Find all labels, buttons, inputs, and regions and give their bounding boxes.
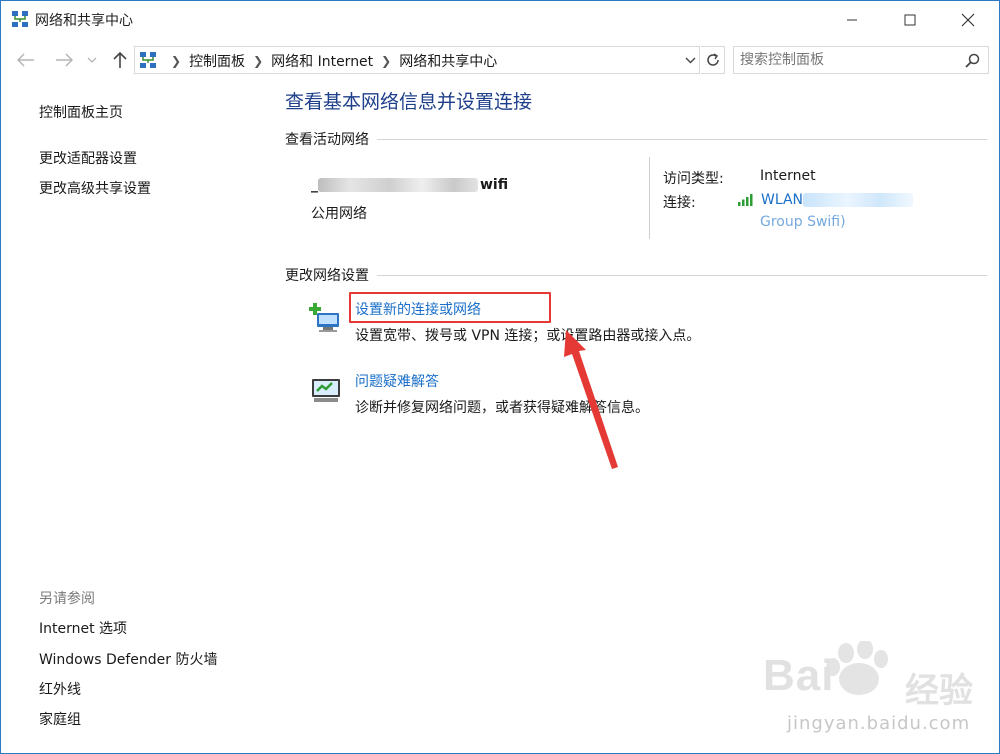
search-box[interactable] — [733, 46, 989, 74]
network-name-suffix: wifi — [480, 177, 509, 193]
navigation-bar: ❯ 控制面板 ❯ 网络和 Internet ❯ 网络和共享中心 — [1, 41, 999, 79]
access-type-value: Internet — [760, 168, 816, 184]
close-button[interactable] — [945, 1, 991, 39]
access-type-label: 访问类型: — [663, 171, 724, 187]
troubleshoot-link[interactable]: 问题疑难解答 — [355, 371, 439, 391]
sidebar: 控制面板主页 更改适配器设置 更改高级共享设置 另请参阅 Internet 选项… — [1, 81, 261, 753]
section-heading: 查看活动网络 — [285, 132, 369, 148]
redacted-text — [803, 193, 914, 207]
connection-link-line2[interactable]: Group Swifi) — [760, 214, 846, 230]
refresh-icon — [706, 53, 719, 66]
task-troubleshoot: 问题疑难解答 诊断并修复网络问题，或者获得疑难解答信息。 — [309, 371, 969, 421]
chevron-right-icon[interactable]: ❯ — [253, 54, 263, 68]
address-dropdown-button[interactable] — [681, 51, 699, 69]
connection-link-text[interactable]: WLAN — [761, 192, 803, 208]
breadcrumb-network-sharing-center[interactable]: 网络和共享中心 — [399, 51, 497, 71]
chevron-right-icon[interactable]: ❯ — [171, 54, 181, 68]
task-new-connection: 设置新的连接或网络 设置宽带、拨号或 VPN 连接；或设置路由器或接入点。 — [309, 299, 969, 349]
window-title: 网络和共享中心 — [35, 13, 133, 29]
redacted-text — [318, 178, 478, 192]
troubleshoot-icon[interactable] — [309, 373, 343, 407]
sidebar-link-advanced-sharing[interactable]: 更改高级共享设置 — [39, 178, 151, 198]
breadcrumb-control-panel[interactable]: 控制面板 — [189, 51, 245, 71]
sidebar-link-control-panel-home[interactable]: 控制面板主页 — [39, 102, 123, 122]
recent-locations-button[interactable] — [81, 49, 103, 71]
control-panel-icon — [139, 51, 157, 69]
back-button[interactable] — [15, 49, 37, 71]
see-also-heading: 另请参阅 — [39, 591, 95, 607]
search-input[interactable] — [740, 50, 960, 70]
connection-label: 连接: — [663, 195, 696, 211]
watermark-brand-cn: 经验 — [905, 671, 973, 711]
sidebar-link-defender-firewall[interactable]: Windows Defender 防火墙 — [39, 649, 217, 669]
sidebar-link-adapter-settings[interactable]: 更改适配器设置 — [39, 148, 137, 168]
watermark-brand: Bai — [763, 651, 835, 700]
network-category: 公用网络 — [311, 206, 367, 222]
sidebar-link-internet-options[interactable]: Internet 选项 — [39, 618, 127, 638]
section-divider — [377, 274, 987, 276]
maximize-button[interactable] — [887, 1, 933, 39]
chevron-down-icon — [685, 57, 695, 64]
address-bar[interactable]: ❯ 控制面板 ❯ 网络和 Internet ❯ 网络和共享中心 — [134, 46, 700, 74]
watermark-url: jingyan.baidu.com — [787, 713, 971, 734]
section-heading: 更改网络设置 — [285, 268, 369, 284]
minimize-button[interactable] — [829, 1, 875, 39]
network-sharing-center-window: 网络和共享中心 ❯ 控制面板 ❯ 网络和 Internet ❯ 网络和共享中心 … — [0, 0, 1000, 754]
forward-button[interactable] — [53, 49, 75, 71]
chevron-down-icon — [87, 57, 97, 63]
new-connection-icon[interactable] — [309, 301, 343, 335]
arrow-left-icon — [17, 53, 34, 67]
breadcrumb: ❯ 控制面板 ❯ 网络和 Internet ❯ 网络和共享中心 — [163, 51, 497, 71]
sidebar-link-infrared[interactable]: 红外线 — [39, 679, 81, 699]
search-icon[interactable] — [965, 53, 980, 68]
network-name: _ wifi — [311, 177, 508, 193]
setup-new-connection-link[interactable]: 设置新的连接或网络 — [355, 299, 481, 319]
refresh-button[interactable] — [701, 46, 725, 74]
up-button[interactable] — [109, 49, 131, 71]
wifi-signal-icon — [738, 194, 753, 206]
network-name-prefix: _ — [311, 177, 318, 193]
change-settings-section: 更改网络设置 — [285, 265, 987, 285]
active-networks-section: 查看活动网络 — [285, 129, 987, 149]
sidebar-link-homegroup[interactable]: 家庭组 — [39, 709, 81, 729]
title-bar: 网络和共享中心 — [1, 1, 999, 39]
setup-new-connection-description: 设置宽带、拨号或 VPN 连接；或设置路由器或接入点。 — [355, 328, 701, 344]
troubleshoot-description: 诊断并修复网络问题，或者获得疑难解答信息。 — [355, 400, 649, 416]
network-icon — [11, 10, 29, 28]
breadcrumb-network-internet[interactable]: 网络和 Internet — [271, 51, 373, 71]
chevron-right-icon[interactable]: ❯ — [381, 54, 391, 68]
connection-link[interactable]: WLAN — [737, 192, 914, 208]
section-divider — [377, 138, 987, 140]
page-title: 查看基本网络信息并设置连接 — [285, 91, 533, 113]
arrow-right-icon — [56, 53, 73, 67]
vertical-divider — [649, 157, 650, 239]
arrow-up-icon — [113, 51, 127, 68]
